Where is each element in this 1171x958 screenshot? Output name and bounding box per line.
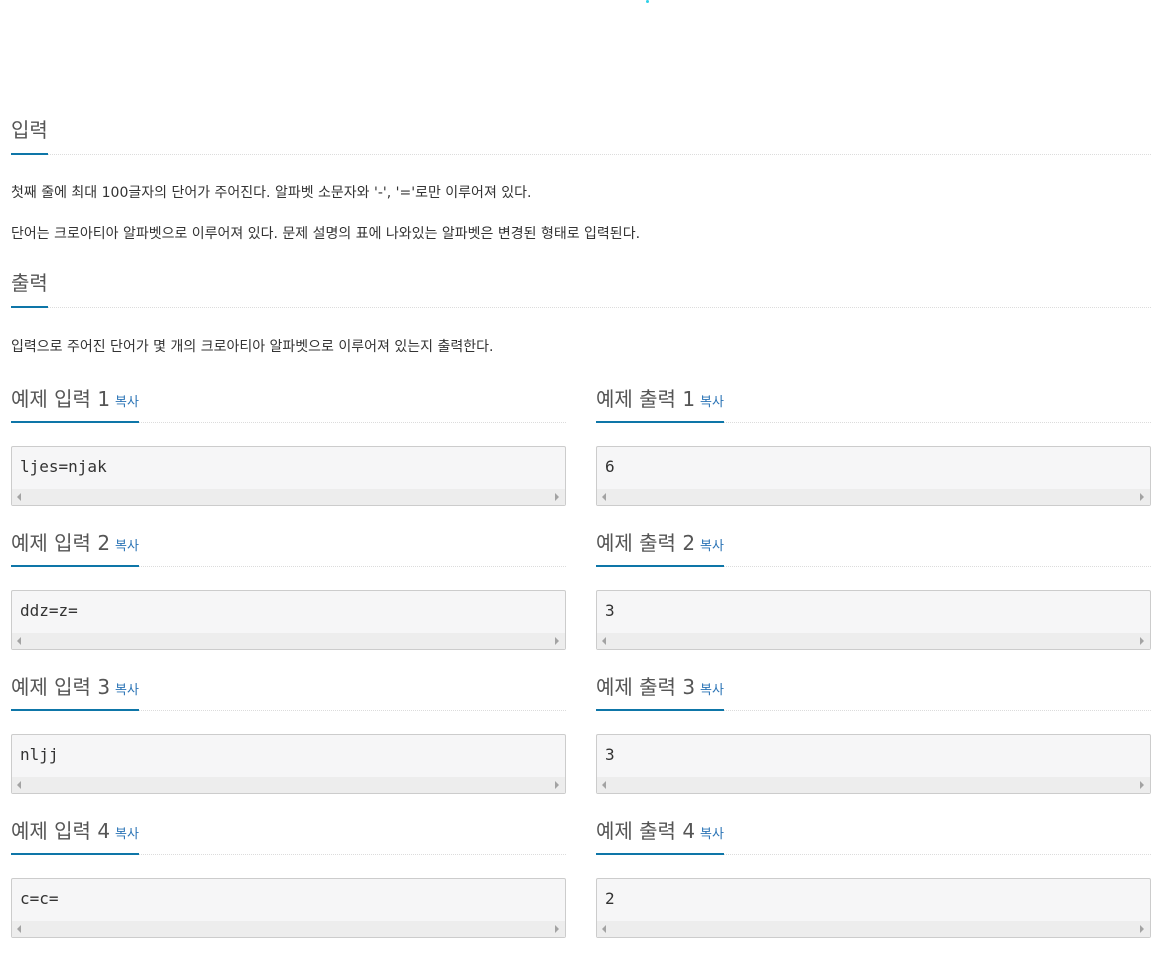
- horizontal-scrollbar[interactable]: [597, 921, 1150, 937]
- scroll-left-arrow-icon[interactable]: [17, 637, 21, 645]
- horizontal-scrollbar[interactable]: [597, 777, 1150, 793]
- input-section: 입력: [11, 114, 1151, 155]
- sample-input-header: 예제 입력 4 복사: [11, 814, 566, 855]
- scroll-right-arrow-icon[interactable]: [555, 925, 559, 933]
- scroll-right-arrow-icon[interactable]: [1140, 637, 1144, 645]
- output-heading: 출력: [11, 269, 48, 308]
- sample-output-title: 예제 출력 1 복사: [596, 385, 724, 423]
- output-section: 출력: [11, 267, 1151, 308]
- horizontal-scrollbar[interactable]: [12, 777, 565, 793]
- scroll-left-arrow-icon[interactable]: [602, 493, 606, 501]
- sample-input-code-box[interactable]: nljj: [11, 734, 566, 794]
- sample-input-1: 예제 입력 1 복사 ljes=njak: [11, 382, 566, 506]
- scroll-left-arrow-icon[interactable]: [17, 493, 21, 501]
- input-heading: 입력: [11, 116, 48, 155]
- sample-output-code-box[interactable]: 3: [596, 734, 1151, 794]
- sample-output-header: 예제 출력 4 복사: [596, 814, 1151, 855]
- scroll-right-arrow-icon[interactable]: [555, 493, 559, 501]
- loading-dot: [646, 0, 649, 3]
- sample-input-code-box[interactable]: ljes=njak: [11, 446, 566, 506]
- copy-button[interactable]: 복사: [700, 827, 724, 842]
- sample-input-title-text: 예제 입력 2: [11, 531, 111, 555]
- sample-output-1: 예제 출력 1 복사 6: [596, 382, 1151, 506]
- sample-output-code: 3: [605, 601, 615, 620]
- copy-button[interactable]: 복사: [115, 539, 139, 554]
- scroll-right-arrow-icon[interactable]: [1140, 781, 1144, 789]
- sample-output-header: 예제 출력 2 복사: [596, 526, 1151, 567]
- sample-output-title-text: 예제 출력 3: [596, 675, 696, 699]
- sample-output-code-box[interactable]: 6: [596, 446, 1151, 506]
- sample-output-title-text: 예제 출력 1: [596, 387, 696, 411]
- sample-output-title: 예제 출력 2 복사: [596, 529, 724, 567]
- input-description-line-1: 첫째 줄에 최대 100글자의 단어가 주어진다. 알파벳 소문자와 '-', …: [11, 185, 532, 201]
- sample-output-title-text: 예제 출력 2: [596, 531, 696, 555]
- sample-output-code-box[interactable]: 2: [596, 878, 1151, 938]
- sample-output-title-text: 예제 출력 4: [596, 819, 696, 843]
- sample-input-title: 예제 입력 4 복사: [11, 817, 139, 855]
- sample-input-code: ljes=njak: [20, 457, 107, 476]
- sample-output-title: 예제 출력 3 복사: [596, 673, 724, 711]
- sample-output-code: 2: [605, 889, 615, 908]
- sample-input-title-text: 예제 입력 3: [11, 675, 111, 699]
- sample-input-code: nljj: [20, 745, 59, 764]
- horizontal-scrollbar[interactable]: [12, 489, 565, 505]
- sample-output-3: 예제 출력 3 복사 3: [596, 670, 1151, 794]
- scroll-left-arrow-icon[interactable]: [602, 781, 606, 789]
- scroll-left-arrow-icon[interactable]: [17, 925, 21, 933]
- sample-input-code-box[interactable]: c=c=: [11, 878, 566, 938]
- sample-input-header: 예제 입력 2 복사: [11, 526, 566, 567]
- sample-output-header: 예제 출력 3 복사: [596, 670, 1151, 711]
- sample-input-code: c=c=: [20, 889, 59, 908]
- sample-output-title: 예제 출력 4 복사: [596, 817, 724, 855]
- sample-output-code: 3: [605, 745, 615, 764]
- sample-output-code-box[interactable]: 3: [596, 590, 1151, 650]
- sample-input-header: 예제 입력 3 복사: [11, 670, 566, 711]
- input-heading-bar: 입력: [11, 114, 1151, 155]
- sample-input-4: 예제 입력 4 복사 c=c=: [11, 814, 566, 938]
- sample-output-2: 예제 출력 2 복사 3: [596, 526, 1151, 650]
- copy-button[interactable]: 복사: [115, 683, 139, 698]
- sample-output-header: 예제 출력 1 복사: [596, 382, 1151, 423]
- sample-input-title-text: 예제 입력 4: [11, 819, 111, 843]
- output-description: 입력으로 주어진 단어가 몇 개의 크로아티아 알파벳으로 이루어져 있는지 출…: [11, 339, 494, 355]
- scroll-right-arrow-icon[interactable]: [1140, 493, 1144, 501]
- sample-input-title-text: 예제 입력 1: [11, 387, 111, 411]
- sample-input-title: 예제 입력 3 복사: [11, 673, 139, 711]
- scroll-right-arrow-icon[interactable]: [555, 781, 559, 789]
- sample-output-code: 6: [605, 457, 615, 476]
- scroll-right-arrow-icon[interactable]: [555, 637, 559, 645]
- horizontal-scrollbar[interactable]: [12, 921, 565, 937]
- sample-output-4: 예제 출력 4 복사 2: [596, 814, 1151, 938]
- input-description-line-2: 단어는 크로아티아 알파벳으로 이루어져 있다. 문제 설명의 표에 나와있는 …: [11, 226, 641, 242]
- copy-button[interactable]: 복사: [115, 395, 139, 410]
- sample-input-title: 예제 입력 2 복사: [11, 529, 139, 567]
- sample-input-header: 예제 입력 1 복사: [11, 382, 566, 423]
- sample-input-code: ddz=z=: [20, 601, 78, 620]
- horizontal-scrollbar[interactable]: [597, 633, 1150, 649]
- sample-input-code-box[interactable]: ddz=z=: [11, 590, 566, 650]
- sample-input-title: 예제 입력 1 복사: [11, 385, 139, 423]
- horizontal-scrollbar[interactable]: [597, 489, 1150, 505]
- copy-button[interactable]: 복사: [115, 827, 139, 842]
- sample-input-3: 예제 입력 3 복사 nljj: [11, 670, 566, 794]
- sample-input-2: 예제 입력 2 복사 ddz=z=: [11, 526, 566, 650]
- horizontal-scrollbar[interactable]: [12, 633, 565, 649]
- scroll-left-arrow-icon[interactable]: [602, 925, 606, 933]
- copy-button[interactable]: 복사: [700, 395, 724, 410]
- scroll-right-arrow-icon[interactable]: [1140, 925, 1144, 933]
- output-heading-bar: 출력: [11, 267, 1151, 308]
- scroll-left-arrow-icon[interactable]: [602, 637, 606, 645]
- copy-button[interactable]: 복사: [700, 683, 724, 698]
- scroll-left-arrow-icon[interactable]: [17, 781, 21, 789]
- copy-button[interactable]: 복사: [700, 539, 724, 554]
